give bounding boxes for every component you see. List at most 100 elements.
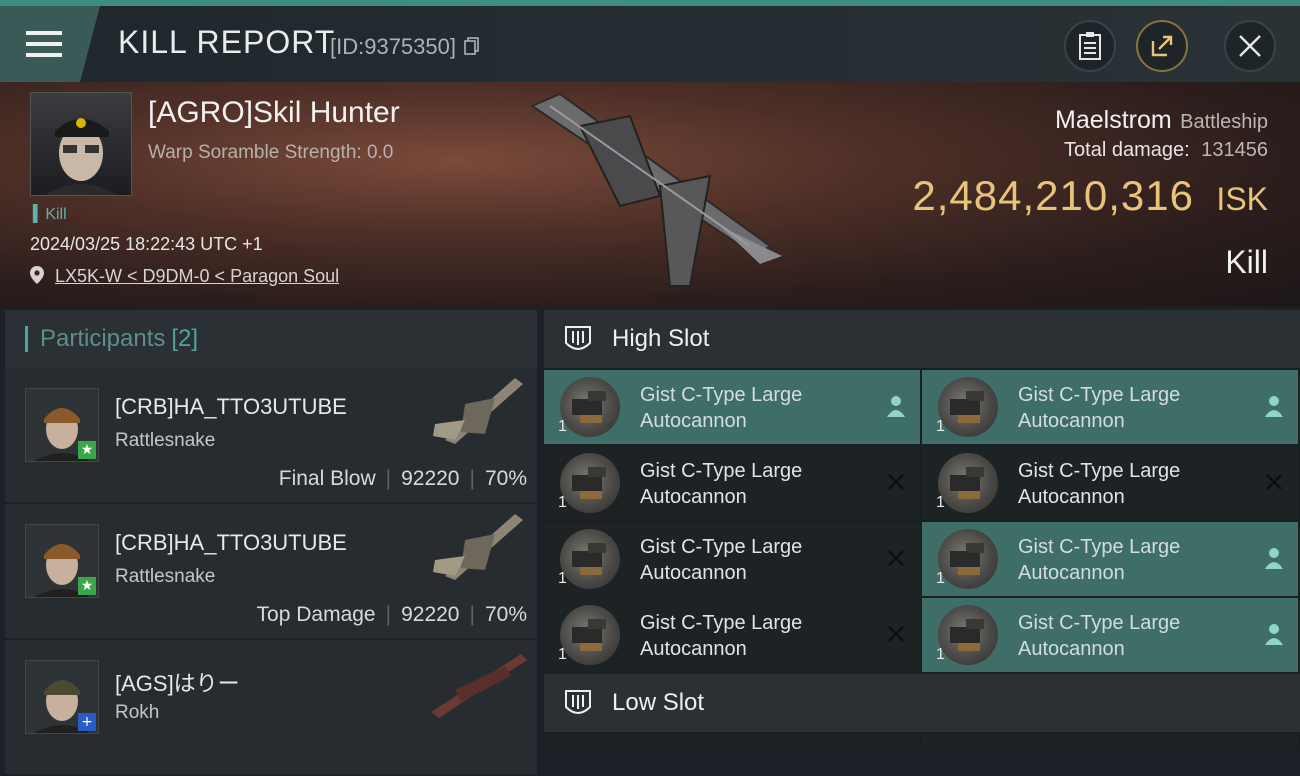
module-name: Gist C-Type Large Autocannon — [640, 460, 803, 508]
participant-avatar[interactable]: ★ — [25, 388, 99, 462]
high-slot-module[interactable]: 1 Gist C-Type Large Autocannon — [544, 446, 920, 520]
module-name: Gist C-Type Large Autocannon — [1018, 536, 1181, 584]
victim-ship-class: Battleship — [1180, 111, 1268, 133]
participant-stats: Top Damage | 92220 | 70% — [256, 603, 527, 626]
high-slot-module[interactable]: 1 Gist C-Type Large Autocannon — [544, 522, 920, 596]
module-quantity: 1 — [936, 570, 945, 587]
share-icon — [1151, 35, 1173, 57]
high-slot-grid: 1 Gist C-Type Large Autocannon 1 Gist C-Typ… — [544, 370, 1300, 672]
module-name: Gist C-Type Large Autocannon — [1018, 460, 1181, 508]
high-slot-header: High Slot — [544, 310, 1300, 368]
participant-ship-image — [433, 378, 523, 444]
participant-row[interactable]: ★ [CRB]HA_TTO3UTUBE Rattlesnake Final Blow |… — [5, 368, 537, 504]
participants-panel: Participants [2] ★ [CRB]HA_TTO3UTUBE Rattl… — [5, 310, 537, 776]
participant-avatar[interactable]: ★ — [25, 524, 99, 598]
victim-name[interactable]: [AGRO]Skil Hunter — [148, 96, 400, 130]
victim-ship-info: Maelstrom Battleship Total damage: 13145… — [1055, 106, 1268, 162]
star-badge-icon: ★ — [78, 441, 96, 459]
low-slot-item[interactable] — [922, 734, 1298, 750]
autocannon-module-icon — [560, 377, 620, 437]
kill-tag-label: Kill — [45, 206, 67, 223]
fitting-panel: High Slot 1 Gist C-Type Large Autocannon 1… — [544, 310, 1300, 750]
high-slot-module[interactable]: 1 Gist C-Type Large Autocannon — [544, 598, 920, 672]
report-id-text: [ID:9375350] — [330, 34, 456, 59]
high-slot-module[interactable]: 1 Gist C-Type Large Autocannon — [922, 446, 1298, 520]
isk-value: 2,484,210,316 ISK — [912, 172, 1268, 220]
share-button[interactable] — [1136, 20, 1188, 72]
location-link[interactable]: LX5K-W < D9DM-0 < Paragon Soul — [55, 266, 339, 286]
low-slot-item[interactable] — [544, 734, 920, 750]
module-quantity: 1 — [558, 570, 567, 587]
autocannon-module-icon — [560, 529, 620, 589]
destroyed-icon — [1266, 474, 1282, 490]
module-name: Gist C-Type Large Autocannon — [1018, 384, 1181, 432]
participant-ship: Rokh — [115, 702, 160, 723]
total-damage-value: 131456 — [1201, 139, 1268, 161]
module-quantity: 1 — [936, 494, 945, 511]
close-icon — [1239, 35, 1261, 57]
autocannon-module-icon — [938, 605, 998, 665]
participant-name[interactable]: [CRB]HA_TTO3UTUBE — [115, 394, 347, 420]
kill-location[interactable]: LX5K-W < D9DM-0 < Paragon Soul — [30, 266, 339, 287]
victim-ship-name[interactable]: Maelstrom — [1055, 106, 1172, 134]
low-slot-grid — [544, 734, 1300, 750]
module-quantity: 1 — [558, 494, 567, 511]
participant-name[interactable]: [CRB]HA_TTO3UTUBE — [115, 530, 347, 556]
participants-title: Participants — [40, 325, 166, 352]
star-badge-icon: ★ — [78, 577, 96, 595]
victim-avatar[interactable] — [30, 92, 132, 196]
participant-name[interactable]: [AGS]はりー — [115, 666, 240, 698]
participant-tag: Top Damage — [256, 603, 376, 626]
module-status — [1262, 544, 1286, 572]
module-name: Gist C-Type Large Autocannon — [640, 384, 803, 432]
high-slot-module[interactable]: 1 Gist C-Type Large Autocannon — [922, 370, 1298, 444]
participant-ship-image — [433, 514, 523, 580]
menu-button[interactable] — [0, 6, 100, 82]
location-pin-icon — [30, 266, 44, 284]
participants-header: Participants [2] — [5, 310, 537, 368]
participant-row[interactable]: + [AGS]はりー Rokh — [5, 640, 537, 776]
participant-ship-image — [431, 654, 527, 718]
clipboard-button[interactable] — [1064, 20, 1116, 72]
autocannon-module-icon — [938, 453, 998, 513]
copy-icon[interactable] — [464, 37, 480, 55]
menu-icon — [26, 31, 62, 57]
destroyed-icon — [888, 626, 904, 642]
plus-badge-icon: + — [78, 713, 96, 731]
high-slot-module[interactable]: 1 Gist C-Type Large Autocannon — [922, 522, 1298, 596]
victim-summary: [AGRO]Skil Hunter Warp Soramble Strength… — [0, 82, 1300, 307]
high-slot-icon — [565, 326, 591, 350]
high-slot-module[interactable]: 1 Gist C-Type Large Autocannon — [922, 598, 1298, 672]
warp-scramble-strength: Warp Soramble Strength: 0.0 — [148, 142, 394, 163]
module-quantity: 1 — [558, 418, 567, 435]
destroyed-icon — [888, 550, 904, 566]
module-name: Gist C-Type Large Autocannon — [640, 536, 803, 584]
module-name: Gist C-Type Large Autocannon — [1018, 612, 1181, 660]
clipboard-icon — [1079, 32, 1101, 60]
top-bar: KILL REPORT [ID:9375350] — [0, 0, 1300, 82]
module-status — [884, 620, 908, 648]
module-quantity: 1 — [936, 646, 945, 663]
total-damage-label: Total damage: — [1064, 139, 1190, 161]
total-damage: Total damage: 131456 — [1055, 139, 1268, 162]
participants-count: [2] — [171, 325, 199, 352]
module-status — [1262, 468, 1286, 496]
participant-ship: Rattlesnake — [115, 566, 216, 587]
kill-tag: ▍Kill — [33, 206, 67, 223]
high-slot-title: High Slot — [612, 325, 710, 352]
report-id[interactable]: [ID:9375350] — [330, 34, 480, 60]
pilot-icon — [1265, 548, 1283, 569]
participant-row[interactable]: ★ [CRB]HA_TTO3UTUBE Rattlesnake Top Damage |… — [5, 504, 537, 640]
close-button[interactable] — [1224, 20, 1276, 72]
pilot-icon — [1265, 396, 1283, 417]
module-quantity: 1 — [558, 646, 567, 663]
participant-avatar[interactable]: + — [25, 660, 99, 734]
module-name: Gist C-Type Large Autocannon — [640, 612, 803, 660]
kill-result: Kill — [1225, 244, 1268, 280]
high-slot-module[interactable]: 1 Gist C-Type Large Autocannon — [544, 370, 920, 444]
participant-percent: 70% — [484, 467, 527, 490]
ship-image — [529, 92, 782, 287]
page-title: KILL REPORT — [118, 24, 336, 60]
autocannon-module-icon — [938, 377, 998, 437]
participant-ship: Rattlesnake — [115, 430, 216, 451]
